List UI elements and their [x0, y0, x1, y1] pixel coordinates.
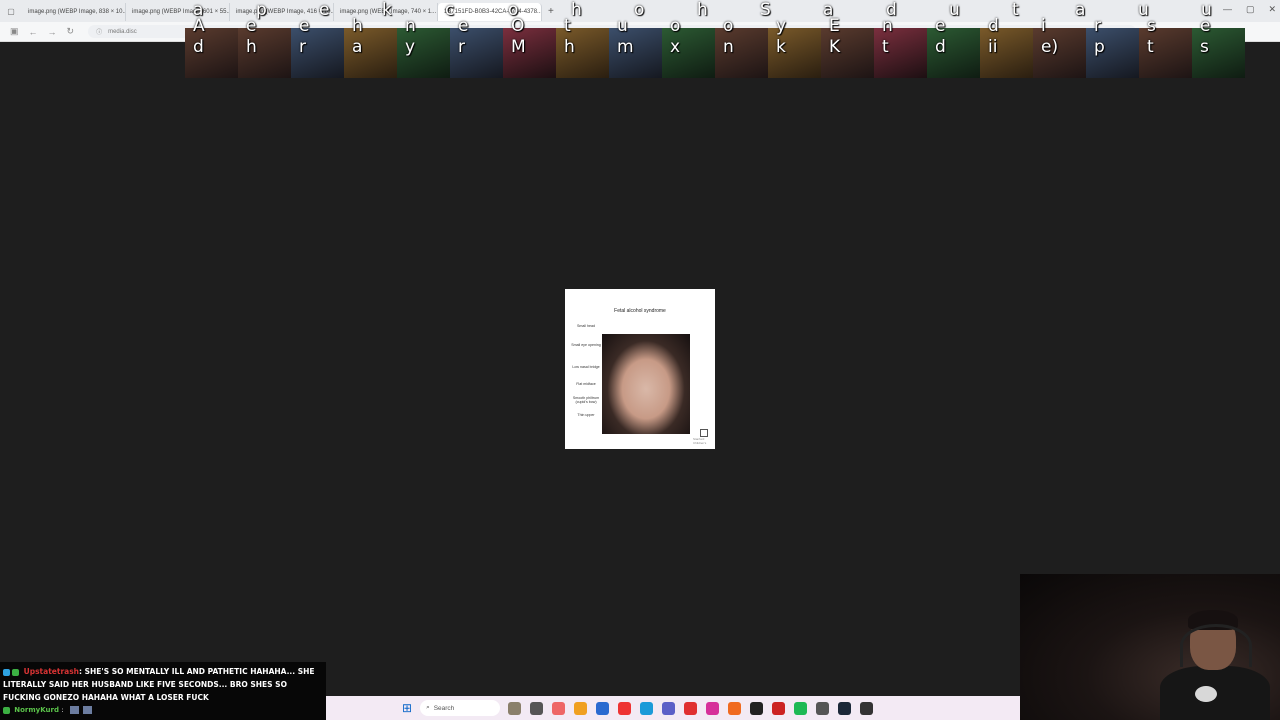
taskbar-app-icon[interactable] — [750, 701, 764, 715]
overlay-thumbnail — [503, 28, 556, 78]
tab-label: 1B7151FD-B0B3-42CA-8724-4378... — [444, 9, 542, 15]
browser-tab[interactable]: 1B7151FD-B0B3-42CA-8724-4378...× — [438, 3, 542, 21]
overlay-thumbnail — [1086, 28, 1139, 78]
windows-taskbar: ⊞ ⌕ Search — [326, 696, 1020, 720]
image-watermark: Stanford Children's — [693, 437, 707, 445]
microphone-icon — [1195, 686, 1217, 702]
emote-icon — [82, 706, 92, 714]
taskbar-app-icon[interactable] — [552, 701, 566, 715]
search-placeholder: Search — [433, 704, 455, 712]
badge-icon — [3, 706, 10, 714]
viewed-image: Fetal alcohol syndrome Small head Small … — [565, 289, 715, 449]
overlay-thumbnail — [397, 28, 450, 78]
image-label: Thin upper — [577, 413, 595, 417]
sidebar-icon[interactable]: ▣ — [10, 26, 19, 37]
overlay-thumbnail — [874, 28, 927, 78]
overlay-thumbnail — [291, 28, 344, 78]
chat-text: : — [61, 706, 64, 714]
webcam-overlay — [1020, 574, 1280, 720]
search-icon: ⌕ — [426, 704, 430, 711]
taskbar-app-icon[interactable] — [662, 701, 676, 715]
browser-tab[interactable]: image.png (WEBP Image, 416 × 10...× — [230, 3, 334, 21]
image-label: Small head — [577, 324, 595, 328]
tab-label: image.png (WEBP Image, 601 × 55... — [132, 9, 230, 15]
chat-message: Upstatetrash: SHE'S SO MENTALLY ILL AND … — [0, 662, 326, 704]
taskbar-search[interactable]: ⌕ Search — [420, 700, 501, 716]
browser-tab[interactable]: image.png (WEBP Image, 838 × 10...× — [22, 3, 126, 21]
minimize-icon[interactable]: — — [1223, 4, 1232, 15]
maximize-icon[interactable]: ▢ — [1246, 4, 1255, 15]
overlay-thumbnail — [1139, 28, 1192, 78]
forward-icon[interactable]: → — [48, 27, 57, 37]
windows-start-icon[interactable]: ⊞ — [402, 701, 412, 715]
site-info-icon[interactable]: ⓘ — [96, 27, 102, 36]
chat-username: Upstatetrash — [23, 667, 80, 676]
taskbar-app-icon[interactable] — [838, 701, 852, 715]
overlay-thumbnail — [238, 28, 291, 78]
overlay-thumbnail — [1033, 28, 1086, 78]
overlay-thumbnail — [185, 28, 238, 78]
tab-label: image.png (WEBP Image, 416 × 10... — [236, 9, 334, 15]
chat-username: NormyKurd — [14, 706, 59, 714]
overlay-thumbnail — [662, 28, 715, 78]
face-photo — [602, 334, 690, 434]
taskbar-app-icon[interactable] — [530, 701, 544, 715]
taskbar-app-icon[interactable] — [596, 701, 610, 715]
address-text: media.disc — [108, 28, 137, 35]
taskbar-app-icon[interactable] — [794, 701, 808, 715]
taskbar-app-icon[interactable] — [728, 701, 742, 715]
taskbar-app-icon[interactable] — [816, 701, 830, 715]
overlay-thumbnail-strip — [185, 28, 1250, 78]
browser-tab[interactable]: image.png (WEBP Image, 601 × 55...× — [126, 3, 230, 21]
overlay-thumbnail — [609, 28, 662, 78]
emote-icon — [69, 706, 79, 714]
window-controls: — ▢ ✕ — [1223, 4, 1276, 15]
taskbar-app-icon[interactable] — [508, 701, 522, 715]
overlay-thumbnail — [821, 28, 874, 78]
tab-label: image.png (WEBP Image, 740 × 1... — [340, 9, 437, 15]
tab-actions-icon[interactable]: ▢ — [0, 7, 22, 16]
new-tab-button[interactable]: + — [542, 6, 560, 17]
taskbar-app-icon[interactable] — [684, 701, 698, 715]
taskbar-app-icon[interactable] — [772, 701, 786, 715]
browser-tab-bar: ▢ image.png (WEBP Image, 838 × 10...×ima… — [0, 0, 1280, 22]
overlay-thumbnail — [556, 28, 609, 78]
overlay-thumbnail — [344, 28, 397, 78]
qr-code-icon — [700, 429, 708, 437]
overlay-thumbnail — [768, 28, 821, 78]
taskbar-app-icon[interactable] — [860, 701, 874, 715]
taskbar-app-icon[interactable] — [706, 701, 720, 715]
image-label: Flat midface — [576, 382, 596, 386]
taskbar-apps — [508, 701, 874, 715]
overlay-thumbnail — [1192, 28, 1245, 78]
tab-label: image.png (WEBP Image, 838 × 10... — [28, 9, 126, 15]
taskbar-app-icon[interactable] — [640, 701, 654, 715]
image-title: Fetal alcohol syndrome — [614, 308, 666, 314]
headset-icon — [1180, 624, 1252, 667]
image-label: Low nasal bridge — [572, 365, 600, 369]
image-label: Smooth philtrum (cupid's bow) — [572, 396, 600, 404]
overlay-thumbnail — [927, 28, 980, 78]
reload-icon[interactable]: ↻ — [67, 26, 75, 37]
back-icon[interactable]: ← — [29, 27, 38, 37]
overlay-thumbnail — [715, 28, 768, 78]
overlay-thumbnail — [980, 28, 1033, 78]
taskbar-app-icon[interactable] — [618, 701, 632, 715]
browser-tab[interactable]: image.png (WEBP Image, 740 × 1...× — [334, 3, 438, 21]
chat-message: NormyKurd : — [3, 706, 92, 714]
taskbar-app-icon[interactable] — [574, 701, 588, 715]
badge-icon — [3, 668, 10, 676]
overlay-thumbnail — [450, 28, 503, 78]
close-window-icon[interactable]: ✕ — [1268, 4, 1276, 15]
stream-chat: Upstatetrash: SHE'S SO MENTALLY ILL AND … — [0, 662, 326, 720]
image-label: Small eye opening — [571, 343, 601, 347]
badge-icon — [12, 668, 19, 676]
